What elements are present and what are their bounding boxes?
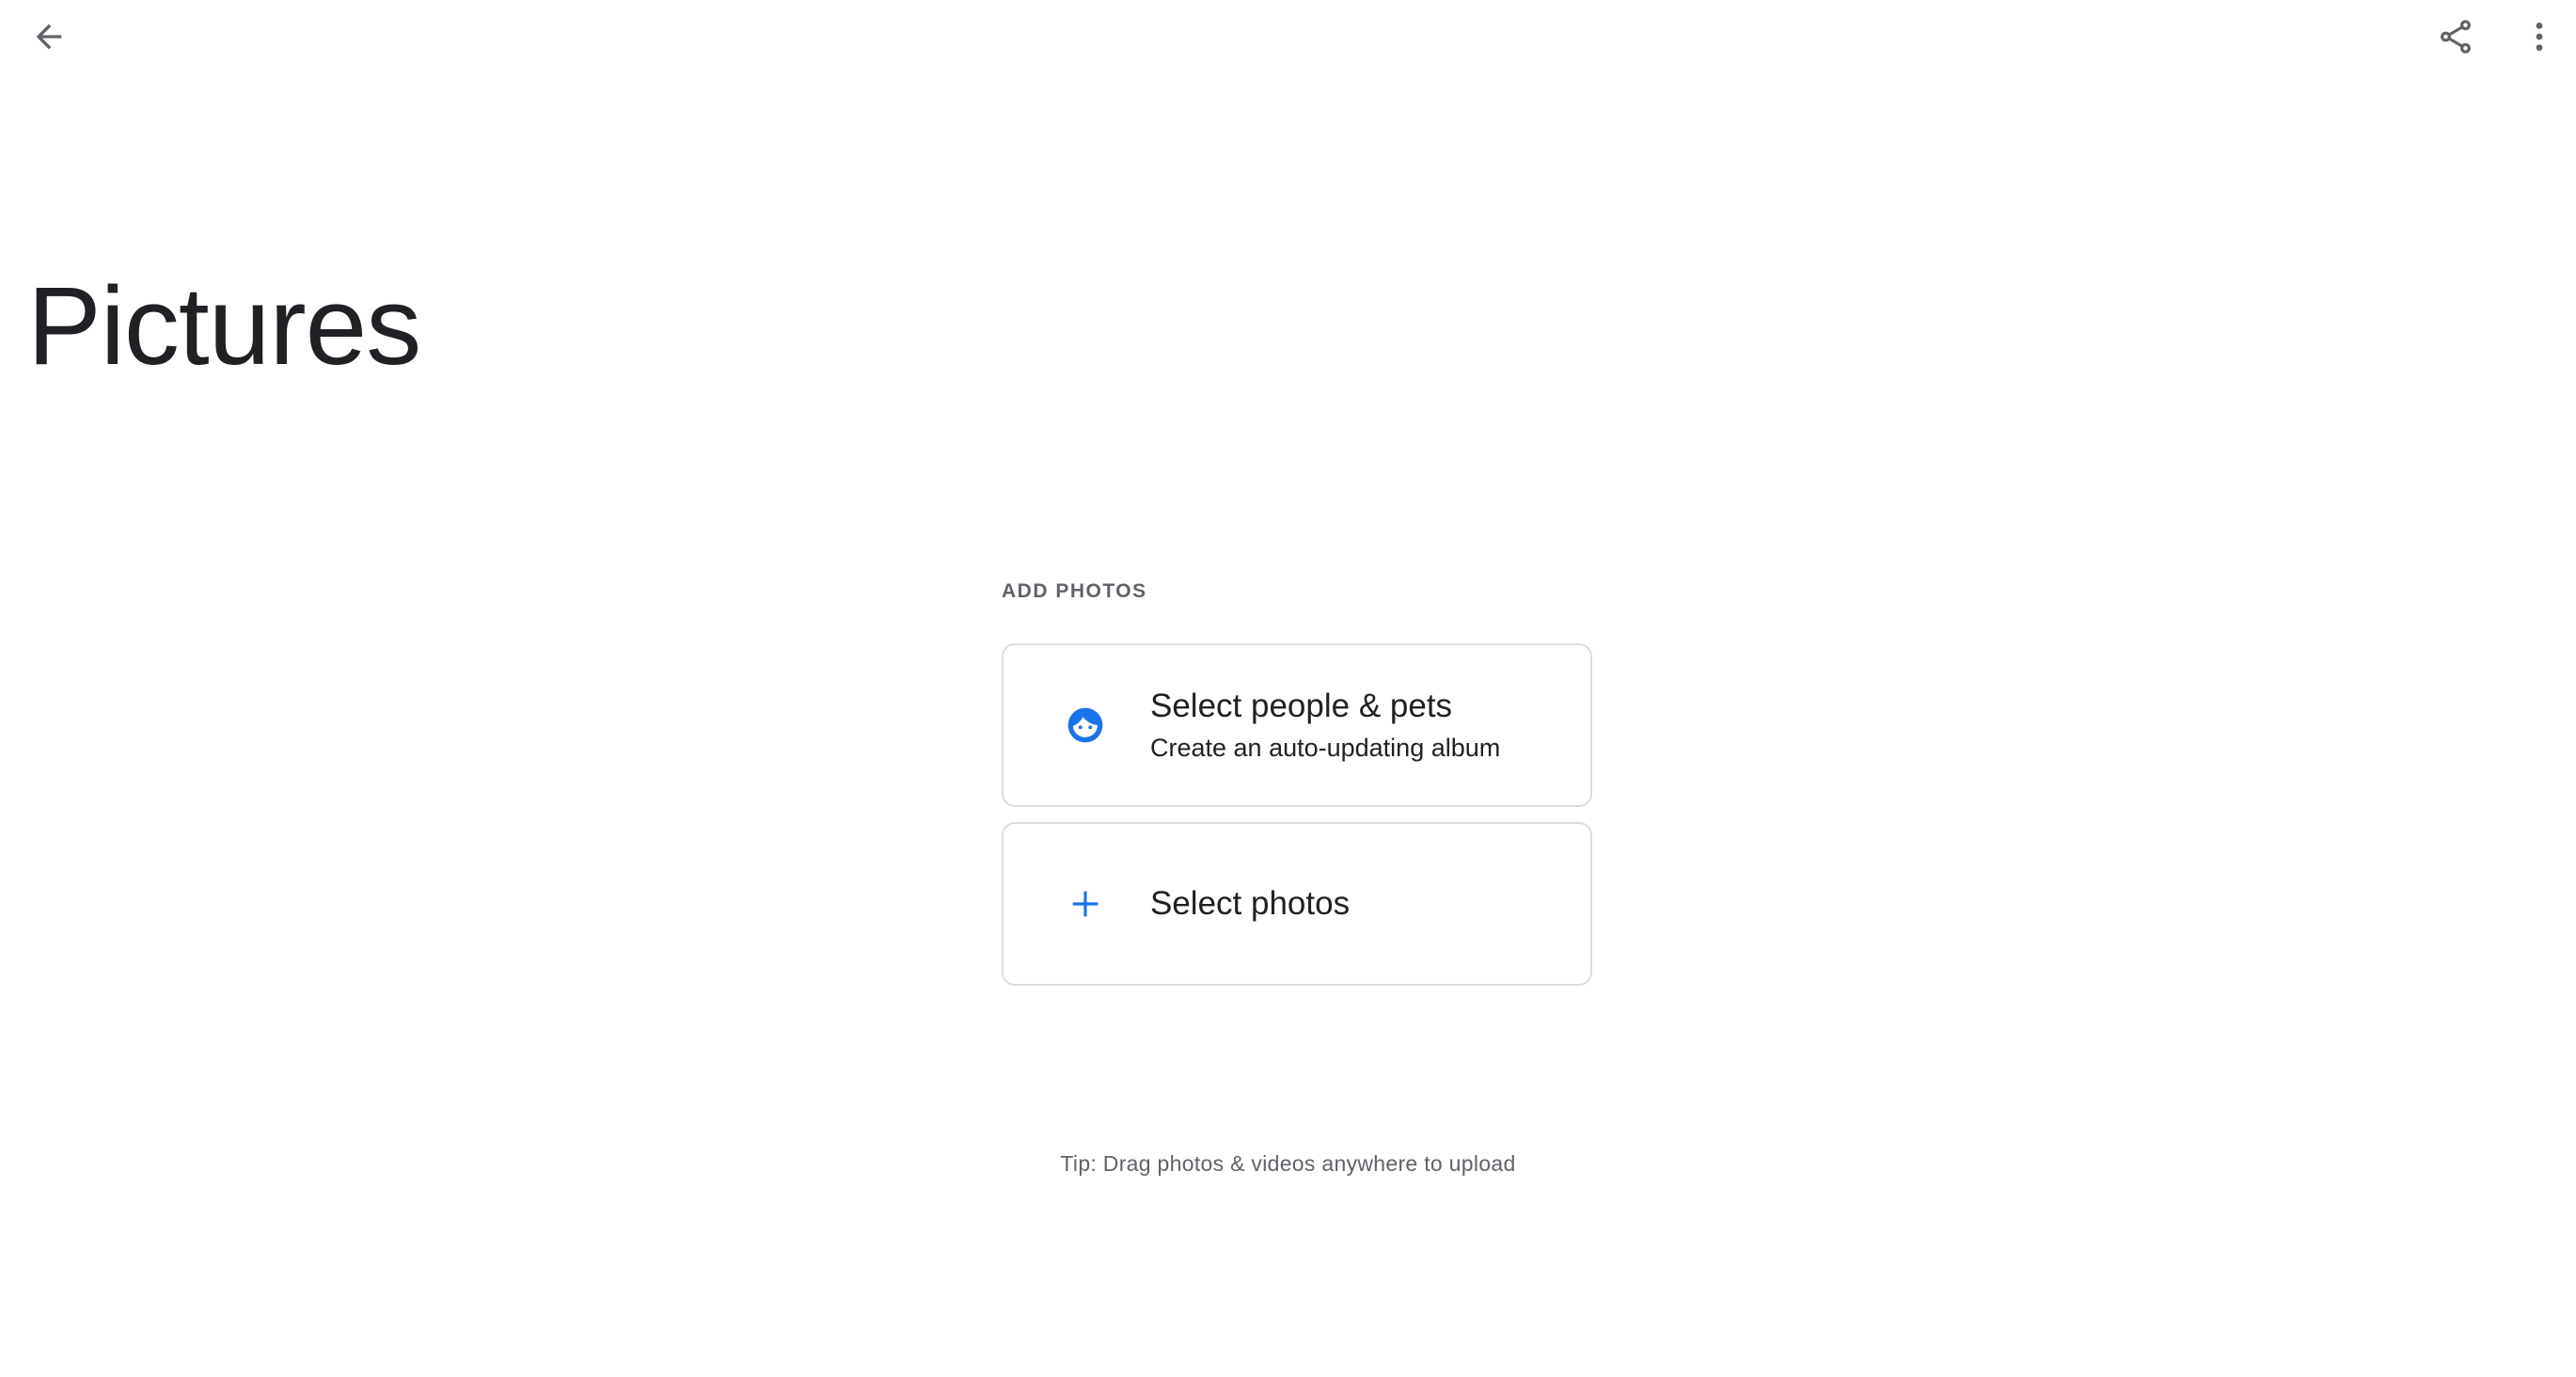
share-button[interactable] (2423, 4, 2489, 70)
upload-tip: Tip: Drag photos & videos anywhere to up… (0, 1149, 2576, 1178)
more-options-button[interactable] (2506, 4, 2572, 70)
arrow-back-icon (36, 24, 62, 50)
share-icon (2441, 20, 2471, 54)
add-photos-label: ADD PHOTOS (1002, 580, 1147, 602)
select-photos-text: Select photos (1150, 824, 1350, 984)
face-icon (1064, 704, 1107, 747)
back-button[interactable] (16, 4, 82, 70)
select-people-pets-subtitle: Create an auto-updating album (1150, 734, 1501, 762)
album-title[interactable]: Pictures (27, 265, 421, 388)
select-people-pets-text: Select people & pets Create an auto-upda… (1150, 645, 1500, 805)
album-page: Pictures ADD PHOTOS Select people & pets… (0, 0, 2576, 1377)
plus-icon (1064, 882, 1107, 926)
more-vert-icon (2536, 23, 2543, 51)
upload-tip-text: Tip: Drag photos & videos anywhere to up… (1060, 1151, 1516, 1176)
select-people-pets-button[interactable]: Select people & pets Create an auto-upda… (1002, 643, 1592, 807)
select-people-pets-title: Select people & pets (1150, 688, 1453, 724)
select-photos-title: Select photos (1150, 885, 1351, 922)
select-photos-button[interactable]: Select photos (1002, 822, 1592, 986)
